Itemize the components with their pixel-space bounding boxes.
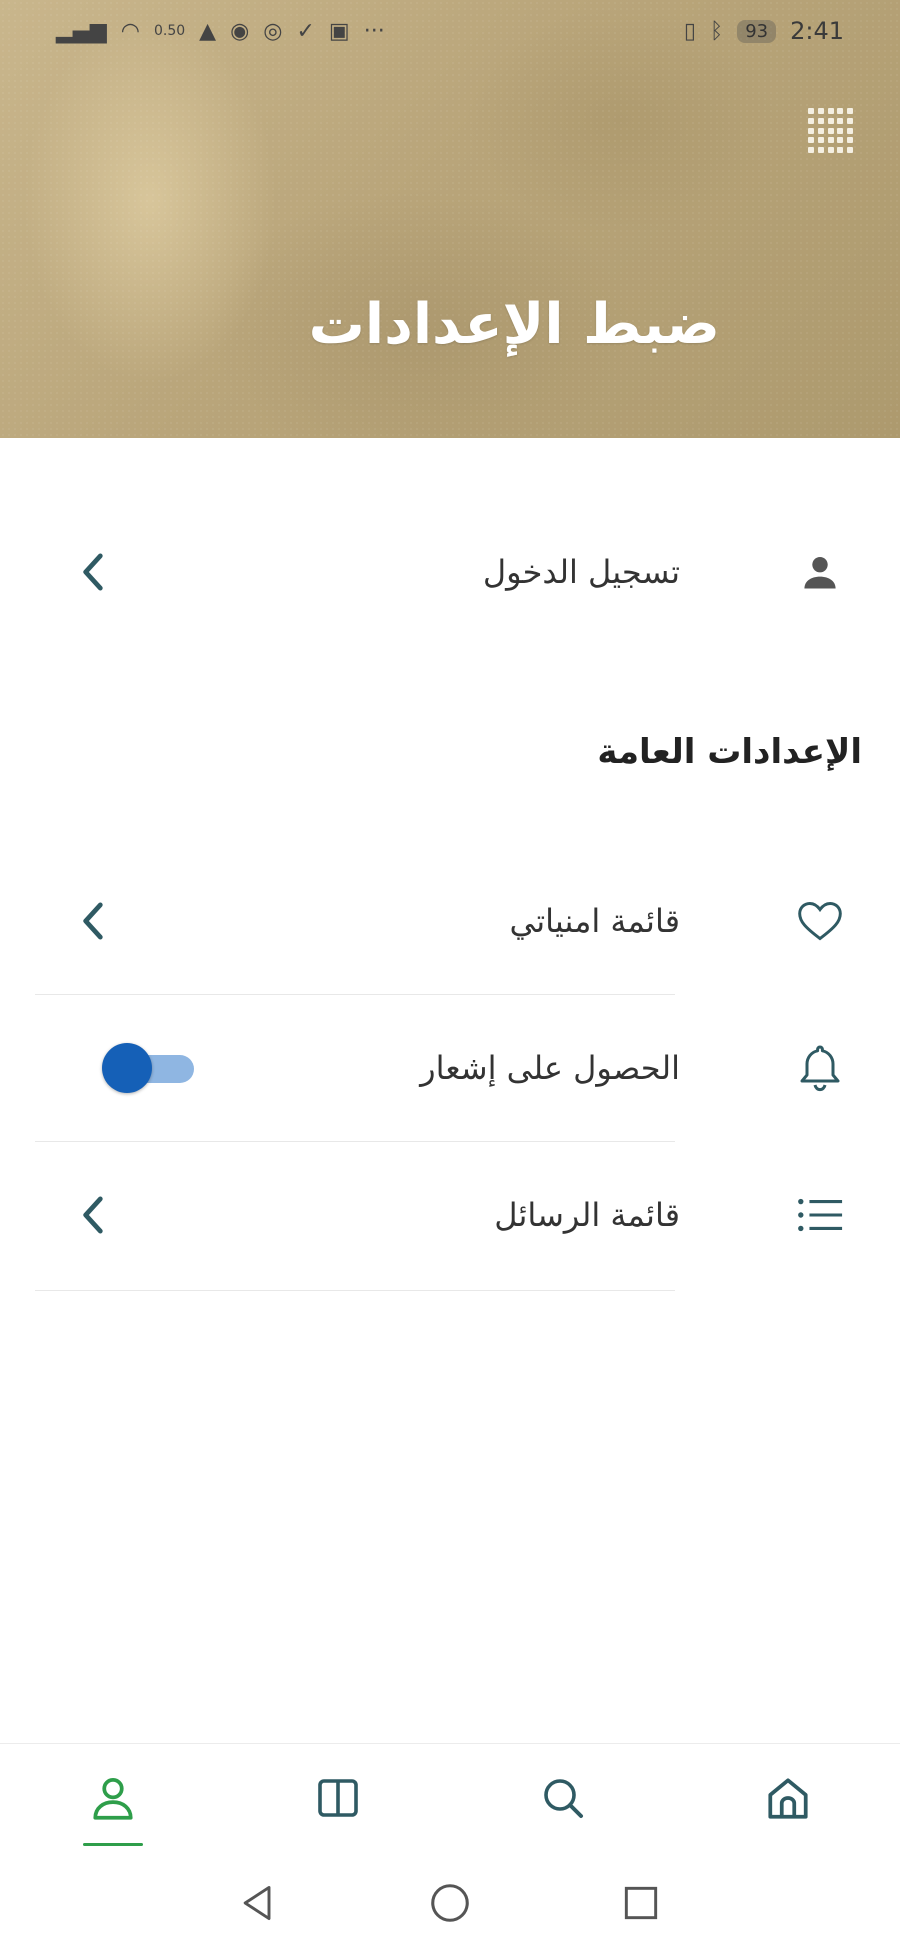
notifications-toggle[interactable] [102, 1042, 196, 1094]
bluetooth-icon: ᛒ [709, 18, 724, 44]
system-navigation [0, 1853, 900, 1953]
header-texture [0, 0, 900, 438]
divider [35, 1290, 675, 1291]
login-label: تسجيل الدخول [482, 553, 680, 591]
more-icon: ··· [363, 18, 385, 44]
gallery-icon: ▣ [328, 18, 350, 44]
notifications-label: الحصول على إشعار [420, 1049, 680, 1087]
section-title-general: الإعدادات العامة [597, 732, 862, 772]
status-bar: ▂▄▆ ◠ 0.50 ▲ ◉ ◎ ✓ ▣ ··· ▯ ᛒ 93 2:41 [0, 0, 900, 62]
bell-icon [796, 1044, 844, 1092]
profile-icon[interactable] [83, 1768, 143, 1828]
check-icon: ✓ [296, 18, 315, 44]
flame-icon: ▲ [199, 18, 217, 44]
chevron-left-icon [78, 548, 110, 596]
messages-label: قائمة الرسائل [494, 1196, 680, 1234]
wifi-icon: ◠ [120, 18, 140, 44]
pinterest-icon: ◉ [230, 18, 250, 44]
header-banner: ▂▄▆ ◠ 0.50 ▲ ◉ ◎ ✓ ▣ ··· ▯ ᛒ 93 2:41 ضبط… [0, 0, 900, 438]
wishlist-label: قائمة امنياتي [509, 902, 680, 940]
instagram-icon: ◎ [263, 18, 283, 44]
chevron-left-icon [78, 1191, 110, 1239]
active-tab-indicator [83, 1843, 143, 1846]
notifications-row: الحصول على إشعار [0, 1013, 900, 1123]
grid-menu-icon[interactable] [808, 108, 854, 154]
recents-icon[interactable] [611, 1873, 671, 1933]
bottom-navigation [0, 1743, 900, 1854]
home-icon[interactable] [758, 1768, 818, 1828]
divider [35, 1141, 675, 1142]
signal-icon: ▂▄▆ [56, 18, 107, 44]
status-right: ▯ ᛒ 93 2:41 [684, 17, 844, 45]
page-title: ضبط الإعدادات [308, 292, 720, 357]
back-icon[interactable] [228, 1873, 288, 1933]
messages-row[interactable]: قائمة الرسائل [0, 1160, 900, 1270]
toggle-knob [102, 1043, 152, 1093]
home-circle-icon[interactable] [420, 1873, 480, 1933]
battery-indicator: 93 [737, 19, 777, 43]
user-icon [796, 548, 844, 596]
login-row[interactable]: تسجيل الدخول [0, 517, 900, 627]
status-time: 2:41 [790, 17, 844, 45]
book-icon[interactable] [308, 1768, 368, 1828]
wishlist-row[interactable]: قائمة امنياتي [0, 866, 900, 976]
status-left: ▂▄▆ ◠ 0.50 ▲ ◉ ◎ ✓ ▣ ··· [56, 19, 385, 44]
nfc-icon: ▯ [683, 18, 696, 44]
chevron-left-icon [78, 897, 110, 945]
list-icon [796, 1191, 844, 1239]
heart-icon [796, 897, 844, 945]
divider [35, 994, 675, 995]
speed-icon: 0.50 [153, 23, 186, 39]
search-icon[interactable] [533, 1768, 593, 1828]
